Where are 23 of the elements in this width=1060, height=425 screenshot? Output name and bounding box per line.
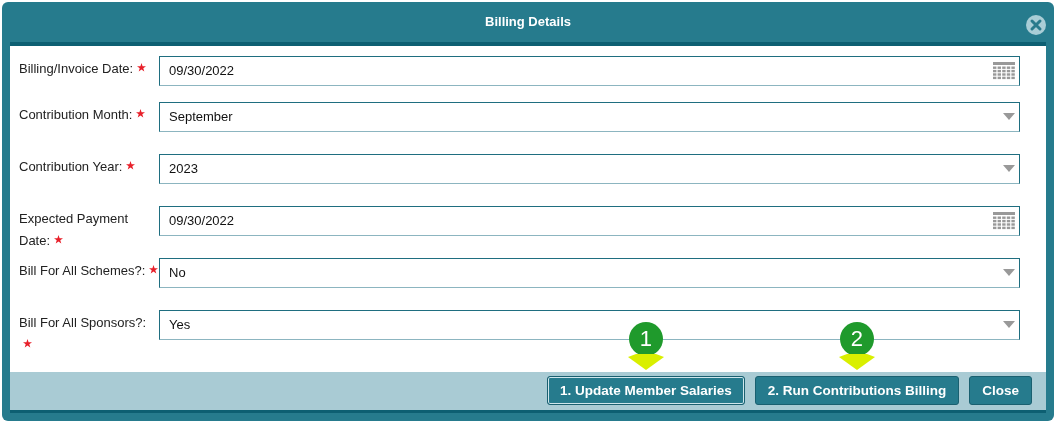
field-label: Contribution Month: <box>19 101 159 126</box>
action-button[interactable]: 2. Run Contributions Billing <box>754 376 960 406</box>
field-label: Billing/Invoice Date: <box>19 55 159 80</box>
close-icon[interactable] <box>1025 14 1047 36</box>
calendar-icon[interactable] <box>993 61 1015 80</box>
field-label: Bill For All Sponsors?: <box>19 309 159 356</box>
dropdown-caret-icon[interactable] <box>1003 269 1015 277</box>
select-field[interactable]: No <box>159 257 1020 288</box>
action-button[interactable]: 1. Update Member Salaries <box>546 376 745 406</box>
dropdown-caret-icon[interactable] <box>1003 321 1015 329</box>
dropdown-caret-icon[interactable] <box>1003 113 1015 121</box>
field-label: Contribution Year: <box>19 153 159 178</box>
select-field[interactable]: 2023 <box>159 153 1020 184</box>
select-field[interactable]: September <box>159 101 1020 132</box>
calendar-icon[interactable] <box>993 211 1015 230</box>
arrow-down-icon <box>837 354 877 371</box>
field-label: Expected Payment Date: <box>19 209 130 250</box>
action-button[interactable]: Close <box>969 376 1032 406</box>
date-field[interactable]: 09/30/2022 <box>159 205 1020 236</box>
dropdown-caret-icon[interactable] <box>1003 165 1015 173</box>
window-title: Billing Details <box>485 14 571 30</box>
date-field[interactable]: 09/30/2022 <box>159 55 1020 86</box>
field-label: Bill For All Schemes?: <box>19 257 159 282</box>
